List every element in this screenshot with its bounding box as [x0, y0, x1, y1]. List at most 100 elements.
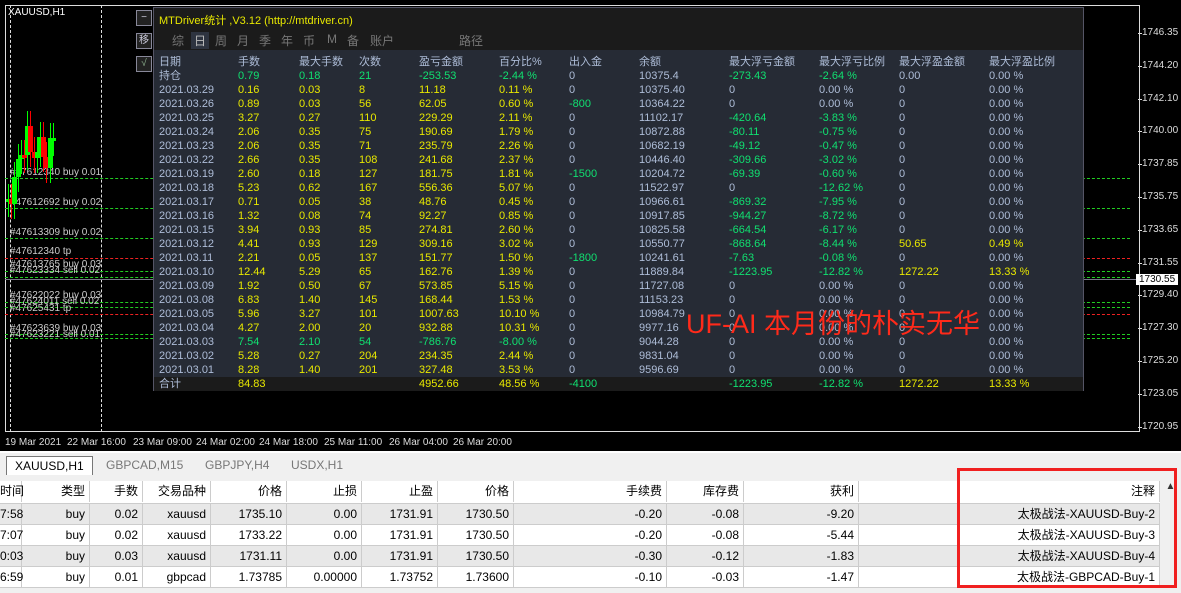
- cell: -0.20: [514, 525, 667, 546]
- cell: 234.35: [419, 350, 453, 362]
- panel-tab[interactable]: 路径: [456, 32, 486, 49]
- price-tick-label: 1735.75: [1142, 191, 1179, 202]
- cell: 2021.03.18: [159, 182, 215, 194]
- cell: 9596.69: [639, 364, 679, 376]
- day-separator: [101, 5, 102, 432]
- panel-row: 2021.03.25 3.27 0.27 110 229.29 2.11 % 0 11102.…: [154, 111, 1083, 125]
- cell: 0: [899, 224, 906, 236]
- cell: 10984.79: [639, 308, 685, 320]
- cell: -12.82 %: [819, 266, 864, 278]
- cell: 0.08: [299, 210, 321, 222]
- cell: 168.44: [419, 294, 453, 306]
- cell: -664.54: [729, 224, 767, 236]
- cell: 0.00 %: [989, 252, 1024, 264]
- panel-tab[interactable]: 币: [300, 32, 318, 49]
- cell: -0.10: [514, 567, 667, 588]
- cell: 11102.17: [639, 112, 684, 124]
- cell: 2021.03.23: [159, 140, 215, 152]
- cell: 108: [359, 154, 378, 166]
- cell: 0.00: [287, 504, 362, 525]
- cell: 932.88: [419, 322, 453, 334]
- cell: 9831.04: [639, 350, 679, 362]
- cell: -309.66: [729, 154, 767, 166]
- cell: 最大浮亏金额: [729, 56, 795, 68]
- cell: 1.39 %: [499, 266, 534, 278]
- cell: 止盈: [362, 481, 438, 502]
- cell: 0.79: [238, 70, 260, 82]
- cell: 10917.85: [639, 210, 685, 222]
- cell: 5.28: [238, 350, 260, 362]
- cell: 229.29: [419, 112, 453, 124]
- cell: 2021.03.29: [159, 84, 215, 96]
- panel-row: 持仓 0.79 0.18 21 -253.53 -2.44 % 0 10375.4 -273.4…: [154, 69, 1083, 83]
- cell: 92.27: [419, 210, 447, 222]
- symbol-tab[interactable]: GBPJPY,H4: [197, 456, 277, 474]
- cell: 1731.91: [362, 525, 438, 546]
- panel-row: 2021.03.17 0.71 0.05 38 48.76 0.45 % 0 10966.61…: [154, 195, 1083, 209]
- cell: 4.27: [238, 322, 260, 334]
- cell: 0.50: [299, 280, 321, 292]
- cell: 最大手数: [299, 56, 343, 68]
- panel-tab[interactable]: 备: [344, 32, 362, 49]
- cell: 0.05: [299, 196, 321, 208]
- cell: -253.53: [419, 70, 457, 82]
- cell: 0.02: [90, 504, 143, 525]
- cell: 0: [899, 252, 906, 264]
- panel-tab[interactable]: 年: [278, 32, 296, 49]
- cell: 6.83: [238, 294, 260, 306]
- panel-row: 2021.03.02 5.28 0.27 204 234.35 2.44 % 0 9831.0…: [154, 349, 1083, 363]
- panel-tab[interactable]: 月: [234, 32, 252, 49]
- cell: 0.00: [899, 70, 921, 82]
- time-tick-label: 25 Mar 11:00: [324, 437, 383, 448]
- cell: 0: [899, 84, 906, 96]
- cell: 0.00 %: [989, 84, 1024, 96]
- panel-tab[interactable]: 日: [191, 32, 210, 49]
- cell: 合计: [159, 378, 181, 390]
- cell: 0.00000: [287, 567, 362, 588]
- panel-row: 2021.03.29 0.16 0.03 8 11.18 0.11 % 0 10375.40 0…: [154, 83, 1083, 97]
- cell: 0.00 %: [989, 70, 1024, 82]
- panel-tab[interactable]: 周: [212, 32, 230, 49]
- cell: 1.40: [299, 294, 321, 306]
- cell: 0.18: [299, 168, 321, 180]
- cell: xauusd: [143, 525, 211, 546]
- cell: 0: [899, 350, 906, 362]
- panel-tab[interactable]: 季: [256, 32, 274, 49]
- cell: 0: [899, 168, 906, 180]
- cell: -0.30: [514, 546, 667, 567]
- cell: 151.77: [419, 252, 453, 264]
- cell: 0: [899, 126, 906, 138]
- cell: 0.02: [90, 525, 143, 546]
- panel-title: MTDriver统计 ,V3.12 (http://mtdriver.cn): [154, 8, 1083, 29]
- cell: 54: [359, 336, 372, 348]
- cell: 181.75: [419, 168, 453, 180]
- cell: 0.45 %: [499, 196, 534, 208]
- cell: 1.79 %: [499, 126, 534, 138]
- cell: 最大浮亏比例: [819, 56, 885, 68]
- cell: 0: [569, 84, 576, 96]
- cell: 0.00 %: [819, 364, 854, 376]
- move-button[interactable]: 移: [136, 33, 152, 49]
- panel-tab[interactable]: M: [324, 32, 340, 46]
- cell: 11.18: [419, 84, 446, 96]
- symbol-tab[interactable]: GBPCAD,M15: [98, 456, 191, 474]
- cell: 0.00: [287, 546, 362, 567]
- symbol-tab[interactable]: XAUUSD,H1: [6, 456, 93, 475]
- cell: 0: [569, 350, 576, 362]
- check-button[interactable]: √: [136, 56, 152, 72]
- cell: -0.08 %: [819, 252, 857, 264]
- cell: 0.00 %: [819, 280, 854, 292]
- cell: buy: [22, 546, 90, 567]
- symbol-tab[interactable]: USDX,H1: [283, 456, 351, 474]
- cell: 2021.03.19: [159, 168, 215, 180]
- minimize-button[interactable]: −: [136, 10, 152, 26]
- cell: 9044.28: [639, 336, 679, 348]
- panel-tab[interactable]: 账户: [367, 32, 397, 49]
- cell: 10375.4: [639, 70, 679, 82]
- panel-tab[interactable]: 综: [169, 32, 187, 49]
- cell: -8.44 %: [819, 238, 857, 250]
- cell: 日期: [159, 56, 181, 68]
- cell: 0.00 %: [819, 98, 854, 110]
- cell: [859, 525, 960, 546]
- cell: 1272.22: [899, 378, 939, 390]
